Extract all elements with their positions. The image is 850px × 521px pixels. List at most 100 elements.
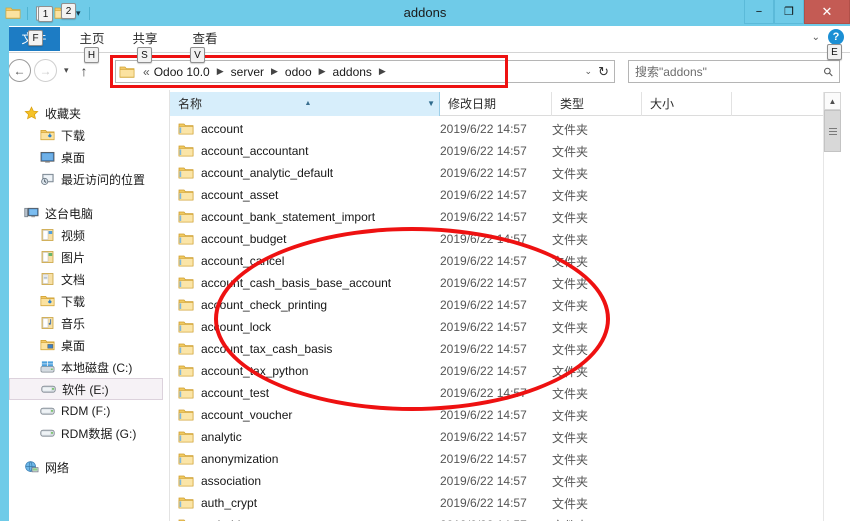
table-row[interactable]: account_cancel 2019/6/22 14:57 文件夹 (170, 250, 820, 272)
breadcrumb-server[interactable]: server (229, 65, 266, 79)
search-input[interactable]: 搜索"addons" (635, 63, 824, 80)
folder-icon (178, 320, 194, 334)
sidebar-spacer-top (9, 90, 169, 102)
forward-button[interactable]: → (34, 59, 57, 82)
close-button[interactable]: ✕ (804, 0, 850, 24)
breadcrumb-separator-1[interactable]: ▶ (212, 66, 229, 77)
address-bar[interactable]: « Odoo 10.0 ▶ server ▶ odoo ▶ addons ▶ ⌄… (115, 60, 615, 83)
folder-icon (178, 342, 194, 356)
navigation-pane: 收藏夹 下载 桌面 最近访问的位置 这台电脑 视频 图片 文档 下载 音乐 桌面… (9, 90, 170, 521)
file-date-cell: 2019/6/22 14:57 (440, 364, 527, 378)
breadcrumb-separator-4[interactable]: ▶ (374, 66, 391, 77)
help-icon[interactable]: ? (828, 29, 844, 45)
sidebar-item-desktop-pc[interactable]: 桌面 (9, 334, 169, 356)
file-list[interactable]: account 2019/6/22 14:57 文件夹 account_account… (170, 118, 820, 521)
breadcrumb-overflow-icon[interactable]: « (139, 65, 152, 79)
file-name-cell[interactable]: account_lock (170, 320, 440, 334)
search-box[interactable]: 搜索"addons" ⚲ (628, 60, 840, 83)
table-row[interactable]: account_bank_statement_import 2019/6/22 1… (170, 206, 820, 228)
file-name-cell[interactable]: account_budget (170, 232, 440, 246)
sidebar-item-software-e[interactable]: 软件 (E:) (9, 378, 163, 400)
breadcrumb-addons[interactable]: addons (331, 65, 374, 79)
file-type-cell: 文件夹 (552, 276, 589, 291)
folder-icon[interactable] (4, 4, 22, 22)
table-row[interactable]: account_cash_basis_base_account 2019/6/22… (170, 272, 820, 294)
file-name-cell[interactable]: account_voucher (170, 408, 440, 422)
file-type-cell: 文件夹 (552, 496, 589, 511)
table-row[interactable]: auth_ldap2019/6/22 14:57文件夹 (170, 514, 820, 521)
sidebar-item-network[interactable]: 网络 (9, 456, 169, 478)
back-button[interactable]: ← (8, 59, 31, 82)
file-name-cell[interactable]: account_analytic_default (170, 166, 440, 180)
scrollbar-thumb[interactable] (824, 110, 841, 152)
file-name-cell[interactable]: account_accountant (170, 144, 440, 158)
file-date-cell: 2019/6/22 14:57 (440, 188, 527, 202)
scroll-up-button[interactable]: ▲ (824, 92, 841, 110)
sidebar-item-downloads[interactable]: 下载 (9, 124, 169, 146)
column-filter-dropdown-icon[interactable]: ▼ (427, 92, 435, 116)
breadcrumb-odoo-inner[interactable]: odoo (283, 65, 314, 79)
breadcrumb-separator-2[interactable]: ▶ (266, 66, 283, 77)
table-row[interactable]: account_budget 2019/6/22 14:57 文件夹 (170, 228, 820, 250)
desktop-icon (39, 149, 56, 165)
file-name-cell[interactable]: account_test (170, 386, 440, 400)
title-bar: addons ▾ − ❐ ✕ (0, 0, 850, 26)
sidebar-item-music[interactable]: 音乐 (9, 312, 169, 334)
sidebar-item-this-pc[interactable]: 这台电脑 (9, 202, 169, 224)
sidebar-item-local-disk-c[interactable]: 本地磁盘 (C:) (9, 356, 169, 378)
file-name-cell[interactable]: account_cash_basis_base_account (170, 276, 440, 290)
table-row[interactable]: auth_crypt 2019/6/22 14:57 文件夹 (170, 492, 820, 514)
sidebar-item-desktop[interactable]: 桌面 (9, 146, 169, 168)
file-name-cell[interactable]: account (170, 122, 440, 136)
table-row[interactable]: account_tax_python 2019/6/22 14:57 文件夹 (170, 360, 820, 382)
file-name-cell[interactable]: auth_crypt (170, 496, 440, 510)
file-name-cell[interactable]: account_tax_python (170, 364, 440, 378)
table-row[interactable]: account_test 2019/6/22 14:57 文件夹 (170, 382, 820, 404)
table-row[interactable]: account_asset 2019/6/22 14:57 文件夹 (170, 184, 820, 206)
folder-icon (178, 430, 194, 444)
column-header-name[interactable]: 名称 ▲ ▼ (170, 92, 440, 116)
breadcrumb-separator-3[interactable]: ▶ (314, 66, 331, 77)
minimize-button[interactable]: − (744, 0, 774, 24)
file-name-cell[interactable]: account_cancel (170, 254, 440, 268)
sidebar-item-recent-places[interactable]: 最近访问的位置 (9, 168, 169, 190)
table-row[interactable]: account_check_printing 2019/6/22 14:57 文件夹 (170, 294, 820, 316)
column-header-date[interactable]: 修改日期 (440, 92, 552, 116)
file-name-cell[interactable]: analytic (170, 430, 440, 444)
table-row[interactable]: account_analytic_default 2019/6/22 14:57 文… (170, 162, 820, 184)
table-row[interactable]: account 2019/6/22 14:57 文件夹 (170, 118, 820, 140)
file-name-cell[interactable]: association (170, 474, 440, 488)
collapse-ribbon-icon[interactable]: ⌄ (812, 32, 820, 43)
breadcrumb-odoo[interactable]: Odoo 10.0 (152, 65, 212, 79)
table-row[interactable]: account_tax_cash_basis 2019/6/22 14:57 文件夹 (170, 338, 820, 360)
folder-icon (178, 276, 194, 290)
up-button[interactable]: ↑ (76, 63, 93, 79)
maximize-button[interactable]: ❐ (774, 0, 804, 24)
table-row[interactable]: anonymization 2019/6/22 14:57 文件夹 (170, 448, 820, 470)
table-row[interactable]: account_accountant 2019/6/22 14:57 文件夹 (170, 140, 820, 162)
address-history-dropdown-icon[interactable]: ⌄ (585, 66, 593, 77)
file-name-cell[interactable]: anonymization (170, 452, 440, 466)
file-name-cell[interactable]: account_asset (170, 188, 440, 202)
download-folder-icon (39, 293, 56, 309)
refresh-icon[interactable]: ↻ (598, 64, 609, 80)
column-header-size[interactable]: 大小 (642, 92, 732, 116)
sidebar-item-rdm-f[interactable]: RDM (F:) (9, 400, 169, 422)
table-row[interactable]: account_voucher 2019/6/22 14:57 文件夹 (170, 404, 820, 426)
table-row[interactable]: analytic 2019/6/22 14:57 文件夹 (170, 426, 820, 448)
sidebar-item-pictures[interactable]: 图片 (9, 246, 169, 268)
table-row[interactable]: account_lock 2019/6/22 14:57 文件夹 (170, 316, 820, 338)
sidebar-item-videos[interactable]: 视频 (9, 224, 169, 246)
file-type-cell: 文件夹 (552, 474, 589, 489)
column-header-type[interactable]: 类型 (552, 92, 642, 116)
sidebar-item-documents[interactable]: 文档 (9, 268, 169, 290)
table-row[interactable]: association 2019/6/22 14:57 文件夹 (170, 470, 820, 492)
file-name-cell[interactable]: account_check_printing (170, 298, 440, 312)
file-name-cell[interactable]: account_tax_cash_basis (170, 342, 440, 356)
sidebar-item-favorites[interactable]: 收藏夹 (9, 102, 169, 124)
sidebar-item-downloads-pc[interactable]: 下载 (9, 290, 169, 312)
vertical-scrollbar[interactable]: ▲ (823, 92, 841, 521)
file-name-cell[interactable]: account_bank_statement_import (170, 210, 440, 224)
recent-locations-dropdown-icon[interactable]: ▾ (60, 65, 73, 76)
sidebar-item-rdm-data-g[interactable]: RDM数据 (G:) (9, 422, 169, 444)
